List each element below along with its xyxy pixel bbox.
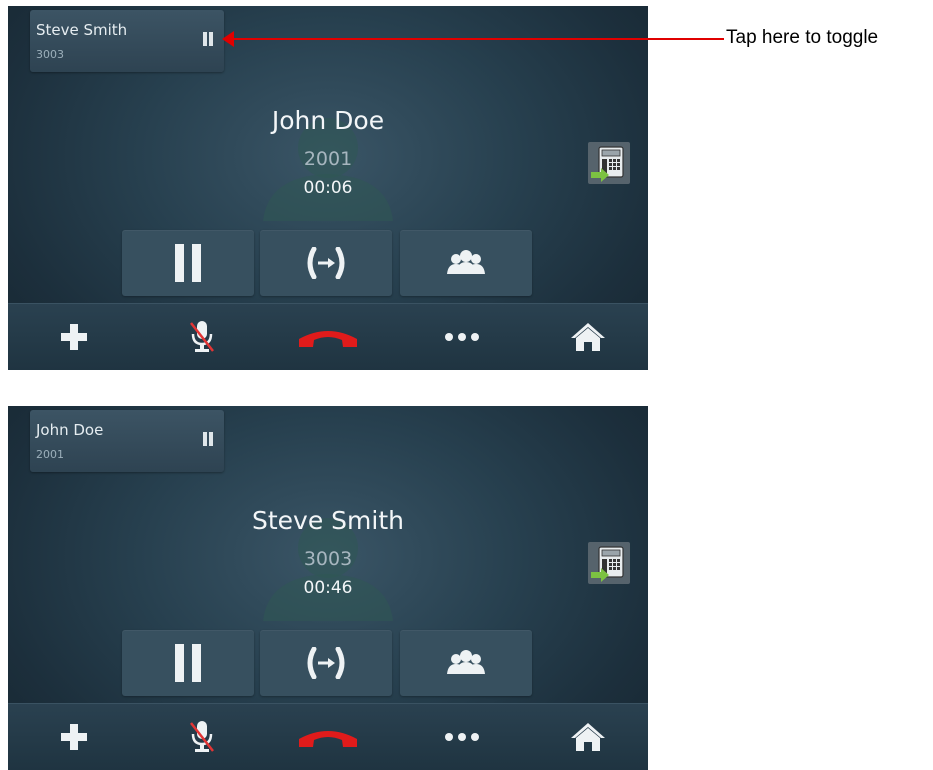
home-icon xyxy=(571,323,605,351)
end-call-button[interactable] xyxy=(288,704,368,770)
mute-icon xyxy=(190,321,214,352)
more-button[interactable] xyxy=(422,704,502,770)
conference-icon xyxy=(447,250,485,274)
bottom-toolbar xyxy=(8,303,648,370)
call-duration: 00:06 xyxy=(303,178,353,198)
transfer-icon xyxy=(307,247,345,279)
end-call-button[interactable] xyxy=(288,304,368,370)
call-duration: 00:46 xyxy=(303,578,353,598)
hold-icon xyxy=(175,644,201,682)
more-icon xyxy=(445,733,479,741)
held-call-extension: 2001 xyxy=(36,448,64,461)
held-call-name: John Doe xyxy=(36,421,104,439)
annotation-line xyxy=(224,38,724,40)
call-screen-1: Steve Smith 3003 John Doe 2001 00:06 xyxy=(8,6,648,370)
held-call-extension: 3003 xyxy=(36,48,64,61)
pause-icon xyxy=(203,32,213,46)
transfer-button[interactable] xyxy=(260,630,392,696)
conference-button[interactable] xyxy=(400,230,532,296)
end-call-icon xyxy=(299,331,357,347)
mute-icon xyxy=(190,721,214,752)
annotation-text: Tap here to toggle xyxy=(726,27,879,48)
hold-button[interactable] xyxy=(122,230,254,296)
add-call-icon xyxy=(61,724,87,750)
pause-icon xyxy=(203,432,213,446)
end-call-icon xyxy=(299,731,357,747)
add-call-button[interactable] xyxy=(34,704,114,770)
more-button[interactable] xyxy=(422,304,502,370)
home-button[interactable] xyxy=(548,304,628,370)
more-icon xyxy=(445,333,479,341)
hold-icon xyxy=(175,244,201,282)
home-button[interactable] xyxy=(548,704,628,770)
held-call-toggle[interactable]: Steve Smith 3003 xyxy=(30,10,224,72)
held-call-toggle[interactable]: John Doe 2001 xyxy=(30,410,224,472)
transfer-icon xyxy=(307,647,345,679)
home-icon xyxy=(571,723,605,751)
transfer-to-desk-button[interactable] xyxy=(588,142,630,184)
mute-button[interactable] xyxy=(162,704,242,770)
desk-phone-transfer-icon xyxy=(591,546,624,582)
held-call-name: Steve Smith xyxy=(36,21,128,39)
caller-extension: 2001 xyxy=(303,148,353,170)
transfer-button[interactable] xyxy=(260,230,392,296)
hold-button[interactable] xyxy=(122,630,254,696)
caller-name: Steve Smith xyxy=(252,506,404,535)
call-screen-2: John Doe 2001 Steve Smith 3003 00:46 xyxy=(8,406,648,770)
desk-phone-transfer-icon xyxy=(591,146,624,182)
caller-name: John Doe xyxy=(271,106,385,135)
transfer-to-desk-button[interactable] xyxy=(588,542,630,584)
conference-button[interactable] xyxy=(400,630,532,696)
add-call-button[interactable] xyxy=(34,304,114,370)
add-call-icon xyxy=(61,324,87,350)
annotation-arrow-icon xyxy=(222,31,234,47)
mute-button[interactable] xyxy=(162,304,242,370)
bottom-toolbar xyxy=(8,703,648,770)
conference-icon xyxy=(447,650,485,674)
caller-extension: 3003 xyxy=(303,548,353,570)
